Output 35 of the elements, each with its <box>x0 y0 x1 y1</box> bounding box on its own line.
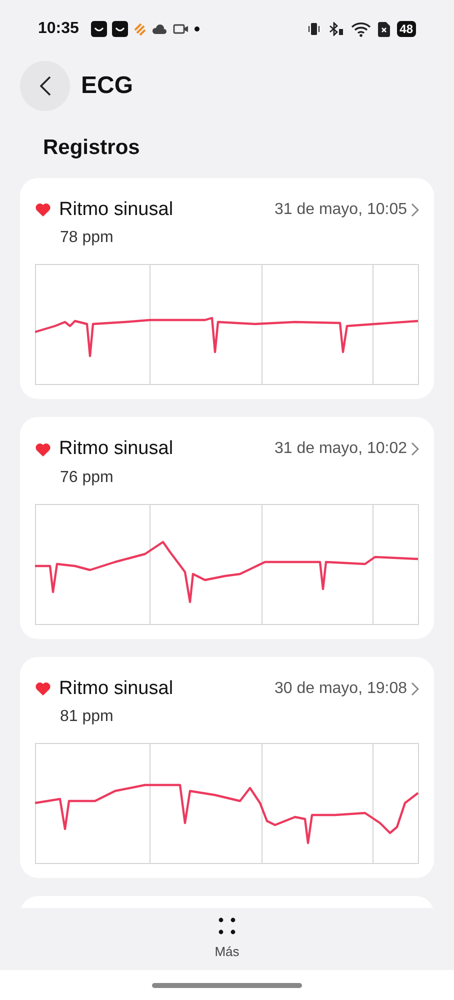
record-date: 31 de mayo, 10:05 <box>274 200 407 220</box>
heart-rate: 78 ppm <box>60 228 114 248</box>
chevron-right-icon <box>411 682 419 696</box>
more-button[interactable]: Más <box>214 916 240 962</box>
heart-icon <box>35 202 51 218</box>
rhythm-label: Ritmo sinusal <box>59 198 174 222</box>
record-date: 31 de mayo, 10:02 <box>274 439 407 460</box>
heart-rate: 76 ppm <box>60 468 114 488</box>
app-notification-icon <box>112 21 128 37</box>
record-date: 30 de mayo, 19:08 <box>274 678 407 699</box>
record-card[interactable]: Ritmo sinusal 31 de mayo, 10:05 78 ppm <box>20 178 434 399</box>
status-time: 10:35 <box>38 19 79 39</box>
vibrate-icon <box>306 22 321 36</box>
wifi-icon <box>350 22 371 36</box>
rhythm-label: Ritmo sinusal <box>59 437 174 461</box>
back-button[interactable] <box>20 61 70 111</box>
video-icon <box>172 23 189 35</box>
cloud-icon <box>152 24 168 34</box>
heart-rate: 81 ppm <box>60 707 114 727</box>
rhythm-label: Ritmo sinusal <box>59 676 174 700</box>
record-card[interactable]: Ritmo sinusal 31 de mayo, 10:02 76 ppm <box>20 417 434 638</box>
section-title: Registros <box>43 135 140 161</box>
page-title: ECG <box>81 71 134 101</box>
chevron-right-icon <box>411 202 419 217</box>
heart-icon <box>35 442 51 457</box>
app-notification-icon <box>90 21 107 37</box>
back-icon <box>40 76 50 96</box>
bluetooth-icon <box>328 22 344 36</box>
battery-indicator: 48 <box>396 21 416 37</box>
chevron-right-icon <box>411 442 419 456</box>
more-icon <box>217 916 237 936</box>
dot-icon <box>194 26 200 32</box>
heart-icon <box>35 681 51 696</box>
record-card[interactable]: Ritmo sinusal 30 de mayo, 19:08 81 ppm <box>20 656 434 878</box>
sim-icon <box>378 22 390 36</box>
